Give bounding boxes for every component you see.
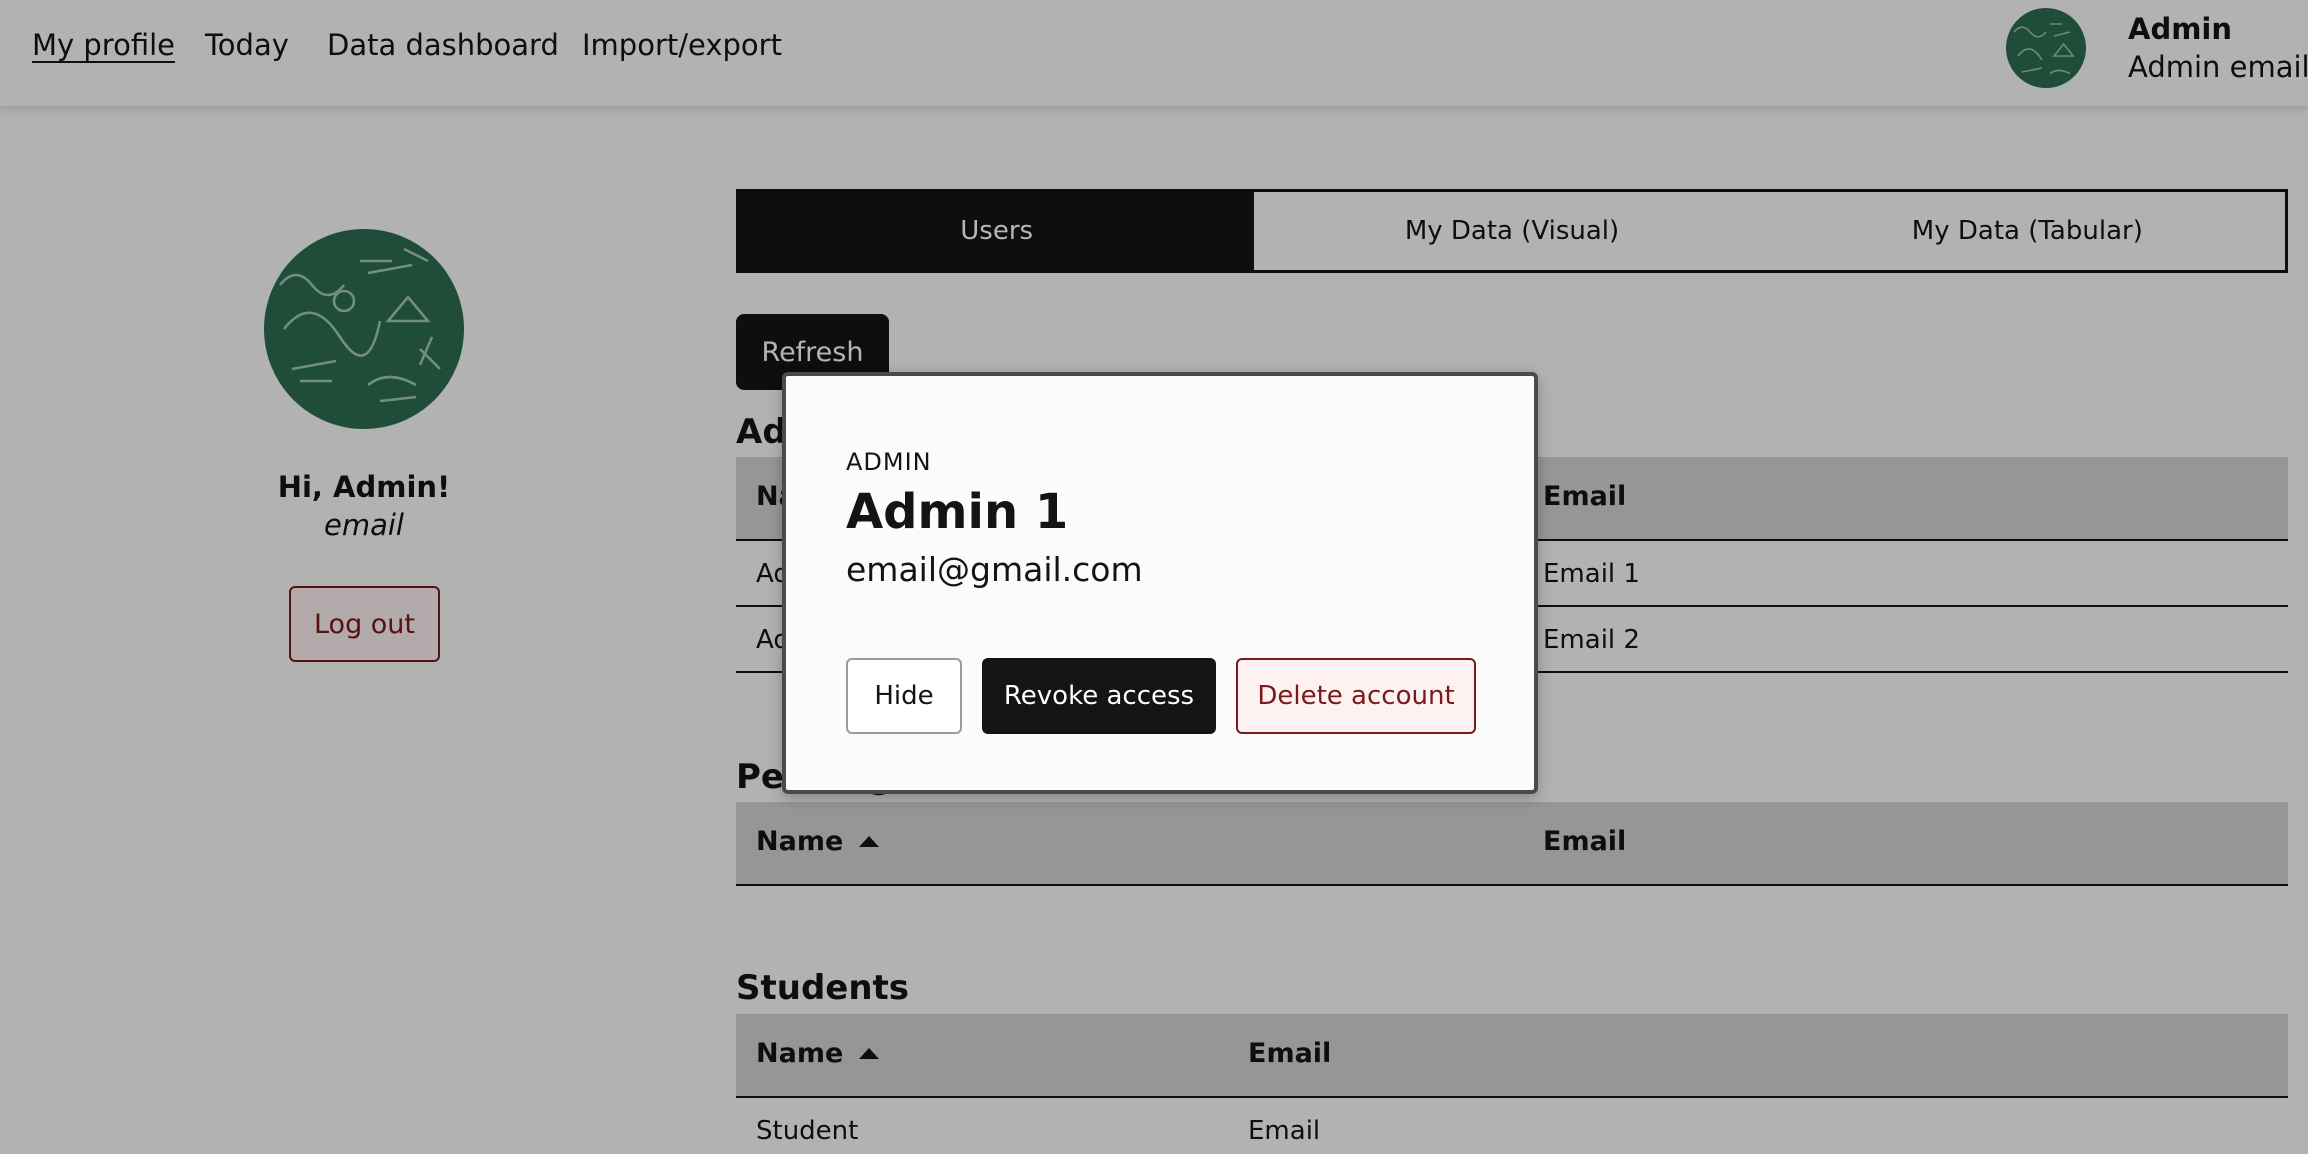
modal-user-email: email@gmail.com (846, 550, 1143, 589)
revoke-access-button[interactable]: Revoke access (982, 658, 1216, 734)
modal-user-role: ADMIN (846, 448, 932, 476)
modal-user-name: Admin 1 (846, 484, 1069, 540)
user-details-modal: ADMIN Admin 1 email@gmail.com Hide Revok… (782, 372, 1538, 794)
hide-button[interactable]: Hide (846, 658, 962, 734)
delete-account-button[interactable]: Delete account (1236, 658, 1476, 734)
